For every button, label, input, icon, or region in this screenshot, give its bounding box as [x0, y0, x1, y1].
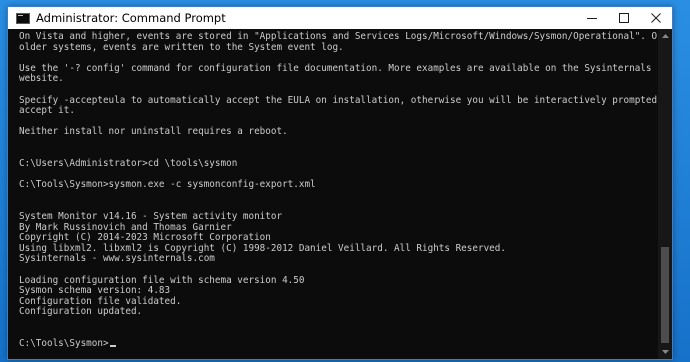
console-line: C:\Users\Administrator>cd \tools\sysmon [19, 158, 238, 170]
command-prompt-window[interactable]: Administrator: Command Prompt On Vista a… [7, 6, 673, 360]
vertical-scrollbar[interactable] [658, 29, 672, 359]
minimize-icon [587, 18, 597, 19]
console-line: On Vista and higher, events are stored i… [19, 31, 658, 42]
window-controls [576, 7, 672, 29]
console-line: website. [19, 73, 64, 85]
minimize-button[interactable] [576, 7, 608, 29]
console-line: Specify -accepteula to automatically acc… [19, 94, 658, 106]
scroll-up-arrow-icon [661, 34, 669, 38]
console-line: Use the '-? config' command for configur… [19, 62, 652, 74]
command-prompt-line: C:\Tools\Sysmon> [19, 339, 654, 350]
close-icon [651, 13, 661, 23]
command-prompt-icon [16, 12, 30, 24]
text-cursor [109, 345, 116, 348]
console-line: accept it. [19, 105, 75, 117]
scroll-down-button[interactable] [658, 345, 672, 359]
console-line: C:\Tools\Sysmon>sysmon.exe -c sysmonconf… [19, 179, 316, 191]
console-line: older systems, events are written to the… [19, 41, 344, 53]
console-line: Sysinternals - www.sysinternals.com [19, 253, 215, 265]
console-line: Configuration updated. [19, 306, 143, 318]
console-text: On Vista and higher, events are stored i… [19, 31, 658, 350]
scroll-down-arrow-icon [661, 350, 669, 354]
scroll-up-button[interactable] [658, 29, 672, 43]
console-line: Neither install nor uninstall requires a… [19, 126, 288, 138]
window-title: Administrator: Command Prompt [36, 11, 226, 25]
console-output-area[interactable]: On Vista and higher, events are stored i… [8, 29, 658, 359]
title-bar[interactable]: Administrator: Command Prompt [8, 7, 672, 29]
scroll-thumb[interactable] [661, 247, 669, 343]
maximize-button[interactable] [608, 7, 640, 29]
maximize-icon [619, 13, 629, 23]
close-button[interactable] [640, 7, 672, 29]
